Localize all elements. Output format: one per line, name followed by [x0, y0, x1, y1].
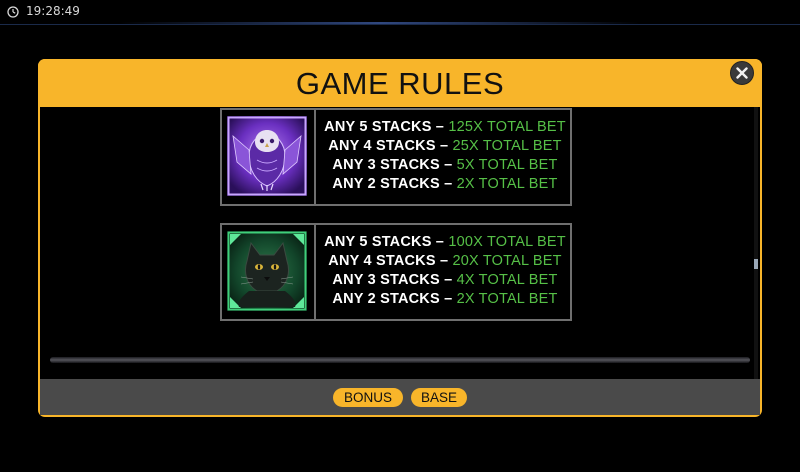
pay-separator: – [439, 157, 457, 173]
pay-label: ANY 5 STACKS [324, 119, 432, 135]
game-rules-dialog: GAME RULES ANY 5 STACKS – 125X TOTAL BET… [38, 59, 762, 417]
top-glow-line [120, 22, 640, 24]
pay-line: ANY 4 STACKS – 20X TOTAL BET [318, 252, 572, 271]
close-icon [736, 67, 748, 79]
dialog-footer: BONUS BASE [40, 379, 760, 415]
symbol-cell [222, 110, 316, 204]
pay-label: ANY 5 STACKS [324, 234, 432, 250]
pay-value: 2X TOTAL BET [456, 176, 558, 192]
pay-value: 25X TOTAL BET [452, 138, 562, 154]
symbol-cell [222, 225, 316, 319]
status-bar: 19:28:49 [0, 0, 800, 25]
scroll-fade-divider [50, 357, 750, 363]
paytable-owl: ANY 5 STACKS – 125X TOTAL BET ANY 4 STAC… [220, 108, 572, 206]
pay-line: ANY 2 STACKS – 2X TOTAL BET [318, 175, 572, 194]
owl-symbol-icon [227, 116, 307, 196]
bonus-button[interactable]: BONUS [333, 388, 403, 407]
pay-value: 20X TOTAL BET [452, 253, 562, 269]
pay-separator: – [435, 138, 453, 154]
scrollbar-thumb[interactable] [754, 259, 758, 269]
pay-label: ANY 2 STACKS [332, 176, 440, 192]
close-button[interactable] [730, 61, 754, 85]
clock-time: 19:28:49 [26, 4, 80, 18]
pay-value: 2X TOTAL BET [456, 291, 558, 307]
pay-separator: – [439, 291, 457, 307]
panther-symbol-icon [227, 231, 307, 311]
pay-separator: – [439, 272, 457, 288]
pay-line: ANY 5 STACKS – 100X TOTAL BET [318, 233, 572, 252]
pay-label: ANY 3 STACKS [332, 272, 440, 288]
paytable-panther: ANY 5 STACKS – 100X TOTAL BET ANY 4 STAC… [220, 223, 572, 321]
pay-label: ANY 4 STACKS [328, 253, 436, 269]
pay-separator: – [435, 253, 453, 269]
pay-line: ANY 3 STACKS – 4X TOTAL BET [318, 271, 572, 290]
pay-label: ANY 3 STACKS [332, 157, 440, 173]
pay-label: ANY 2 STACKS [332, 291, 440, 307]
base-button[interactable]: BASE [411, 388, 467, 407]
pay-label: ANY 4 STACKS [328, 138, 436, 154]
pay-line: ANY 3 STACKS – 5X TOTAL BET [318, 156, 572, 175]
dialog-header: GAME RULES [38, 59, 762, 107]
scrollbar[interactable] [754, 107, 758, 379]
clock-icon [7, 6, 19, 18]
pay-value: 5X TOTAL BET [456, 157, 558, 173]
pay-line: ANY 4 STACKS – 25X TOTAL BET [318, 137, 572, 156]
pay-line: ANY 5 STACKS – 125X TOTAL BET [318, 118, 572, 137]
pay-separator: – [439, 176, 457, 192]
pay-value: 125X TOTAL BET [448, 119, 566, 135]
pay-line: ANY 2 STACKS – 2X TOTAL BET [318, 290, 572, 309]
rules-scroll-area[interactable]: ANY 5 STACKS – 125X TOTAL BET ANY 4 STAC… [40, 107, 760, 379]
pay-separator: – [431, 119, 449, 135]
pay-value: 100X TOTAL BET [448, 234, 566, 250]
dialog-title: GAME RULES [295, 66, 505, 101]
pay-separator: – [431, 234, 449, 250]
pay-lines: ANY 5 STACKS – 100X TOTAL BET ANY 4 STAC… [318, 233, 572, 309]
pay-value: 4X TOTAL BET [456, 272, 558, 288]
pay-lines: ANY 5 STACKS – 125X TOTAL BET ANY 4 STAC… [318, 118, 572, 194]
